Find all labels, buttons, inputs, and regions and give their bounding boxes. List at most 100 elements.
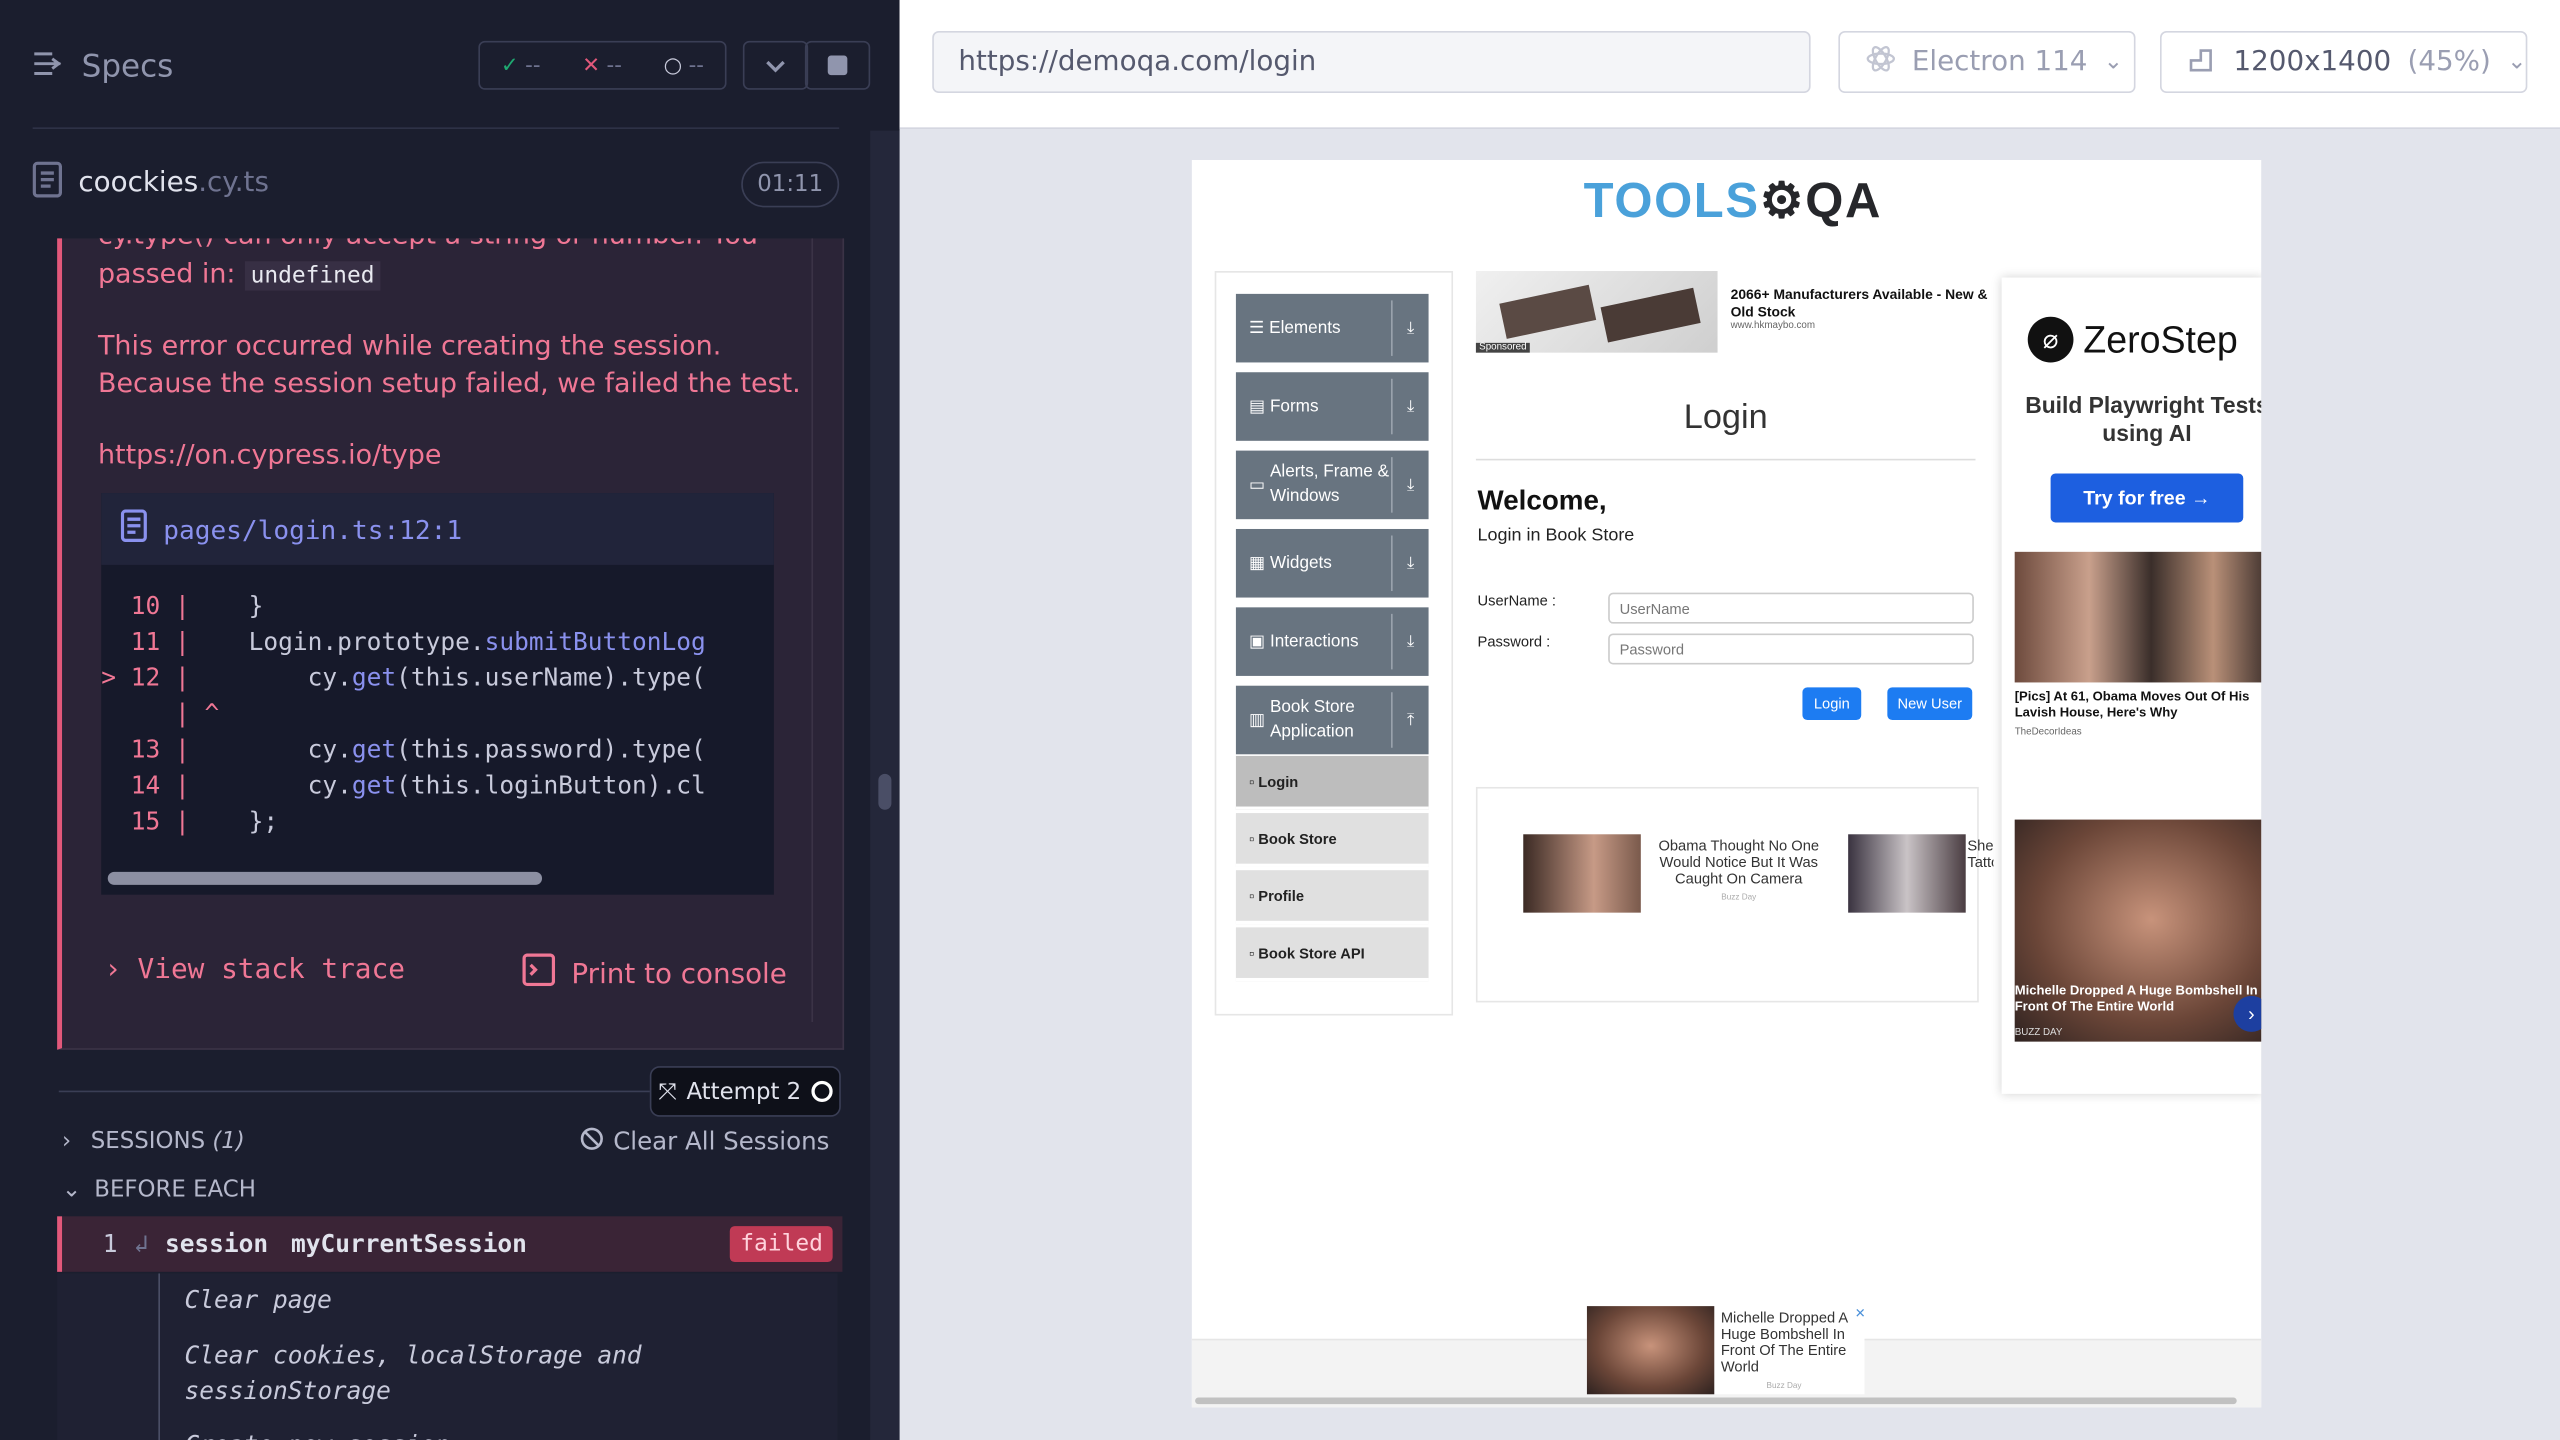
step-item: sessionStorage: [184, 1376, 391, 1406]
item-icon: ▫: [1248, 887, 1259, 904]
menu-group-alerts[interactable]: ▭ Alerts, Frame & Windows ⤓: [1235, 450, 1429, 520]
attempt-status-icon: [811, 1080, 833, 1103]
specs-toggle[interactable]: Specs: [33, 46, 174, 88]
item-icon: ▫: [1248, 944, 1259, 961]
password-label: Password :: [1477, 633, 1551, 650]
upload-icon: ⤒: [1391, 692, 1429, 748]
window-icon: ▭: [1248, 474, 1270, 494]
username-label: UserName :: [1477, 592, 1556, 609]
ad-thumbnail: [1523, 834, 1641, 913]
toolsqa-logo[interactable]: TOOLS⚙QA: [1584, 173, 1882, 230]
chevron-down-icon: ⌄: [2507, 48, 2527, 76]
undefined-chip: undefined: [244, 261, 381, 291]
file-icon: [120, 509, 147, 548]
menu-group-forms[interactable]: ▤ Forms ⤓: [1235, 372, 1429, 441]
zerostep-ad[interactable]: ⌀ ZeroStep Build Playwright Tests using A…: [2001, 277, 2262, 1094]
item-icon: ▫: [1248, 830, 1259, 847]
browser-select[interactable]: Electron 114 ⌄: [1838, 31, 2136, 94]
menu-group-elements[interactable]: ☰ Elements ⤓: [1235, 293, 1429, 363]
new-user-button[interactable]: New User: [1887, 687, 1973, 720]
electron-icon: [1866, 43, 1896, 81]
code-line: 11 | Login.prototype.submitButtonLog: [130, 626, 706, 657]
code-line: 14 | cy.get(this.loginButton).cl: [130, 770, 706, 800]
code-frame-file[interactable]: pages/login.ts:12:1: [101, 493, 774, 565]
nested-icon: ↲: [133, 1229, 149, 1259]
close-icon[interactable]: ✕: [1855, 1306, 1866, 1321]
step-item: Clear cookies, localStorage and: [184, 1340, 642, 1370]
view-stack-trace-button[interactable]: › View stack trace: [104, 953, 404, 986]
attempt-tag[interactable]: ⤧ Attempt 2: [649, 1066, 841, 1117]
docs-link[interactable]: https://on.cypress.io/type: [98, 436, 441, 474]
chevron-down-icon: ⌄: [2103, 48, 2123, 76]
code-line: 15 | };: [130, 806, 279, 836]
username-input[interactable]: UserName: [1608, 592, 1974, 624]
code-line: | ^: [101, 698, 220, 729]
ad-image: [1586, 1306, 1715, 1395]
clear-all-sessions-button[interactable]: Clear All Sessions: [579, 1126, 829, 1157]
divider: [32, 127, 840, 129]
spec-file[interactable]: coockies.cy.ts: [32, 160, 269, 206]
error-message-line: This error occurred while creating the s…: [97, 329, 722, 361]
form-icon: ▤: [1248, 396, 1270, 417]
error-message-line: cy.type() can only accept a string or nu…: [98, 238, 758, 253]
chevron-down-icon: ⌄: [62, 1177, 82, 1204]
session-steps: Clear page Clear cookies, localStorage a…: [57, 1273, 838, 1440]
spec-file-name: coockies: [78, 166, 199, 200]
resize-handle[interactable]: [878, 773, 892, 810]
submenu-profile[interactable]: ▫ Profile: [1235, 870, 1429, 925]
next-arrow-icon[interactable]: ›: [2233, 995, 2262, 1032]
ad-thumbnail: [1848, 834, 1966, 913]
menu-group-widgets[interactable]: ▦ Widgets ⤓: [1235, 528, 1429, 598]
terminal-icon: [522, 953, 556, 994]
divider: [1475, 458, 1976, 461]
horizontal-scrollbar[interactable]: [107, 871, 543, 885]
collapse-icon: ⤧: [658, 1078, 677, 1105]
passed-stat: ✓ --: [500, 53, 541, 78]
ban-icon: [579, 1126, 603, 1157]
list-icon: ☰: [1248, 318, 1270, 338]
viewport-select[interactable]: 1200x1400 (45%) ⌄: [2159, 31, 2528, 94]
floating-ad[interactable]: Michelle Dropped A Huge Bombshell In Fro…: [1586, 1306, 1866, 1395]
side-menu: ☰ Elements ⤓ ▤ Forms ⤓ ▭ Alerts, Frame & W…: [1214, 271, 1454, 1016]
welcome-subtitle: Login in Book Store: [1477, 525, 1635, 546]
menu-icon: [33, 49, 62, 85]
ad-banner-top[interactable]: Sponsored 2066+ Manufacturers Available …: [1475, 271, 2002, 353]
menu-group-interactions[interactable]: ▣ Interactions ⤓: [1235, 607, 1429, 676]
stop-icon: [827, 55, 848, 76]
password-input[interactable]: Password: [1608, 633, 1974, 665]
code-frame: pages/login.ts:12:1 10 | } 11 | Login.pr…: [101, 493, 774, 895]
error-panel: cy.type() can only accept a string or nu…: [57, 238, 845, 1050]
pending-stat: ○ --: [663, 53, 704, 78]
book-icon: ▥: [1248, 709, 1270, 729]
status-badge: failed: [730, 1226, 833, 1263]
app-preview: https://demoqa.com/login Electron 114 ⌄ …: [899, 0, 2560, 1440]
specs-title: Specs: [81, 48, 174, 85]
app-under-test: TOOLS⚙QA ☰ Elements ⤓ ▤ Forms ⤓ ▭ Alerts, …: [1191, 159, 2262, 1408]
before-each-header[interactable]: ⌄ BEFORE EACH: [62, 1177, 256, 1203]
ad-banner-bottom[interactable]: Obama Thought No One Would Notice But It…: [1475, 786, 1993, 1003]
ad-image: Sponsored: [1475, 271, 1718, 353]
step-item: Create new session: [184, 1427, 449, 1440]
session-command-row[interactable]: 1 ↲ session myCurrentSession failed: [57, 1216, 843, 1272]
login-button[interactable]: Login: [1802, 687, 1862, 720]
sessions-header[interactable]: › SESSIONS (1) Clear All Sessions: [62, 1125, 836, 1158]
welcome-heading: Welcome,: [1477, 484, 1607, 516]
submenu-login[interactable]: ▫ Login: [1235, 755, 1429, 810]
failed-stat: ✕ --: [582, 53, 622, 78]
try-for-free-button[interactable]: Try for free →: [2050, 473, 2244, 523]
chevron-right-icon: ›: [62, 1128, 72, 1155]
interaction-icon: ▣: [1248, 631, 1270, 652]
print-to-console-button[interactable]: Print to console: [522, 953, 787, 994]
expand-button[interactable]: [742, 40, 809, 90]
document-icon: [32, 161, 63, 204]
submenu-book-store-api[interactable]: ▫ Book Store API: [1235, 927, 1429, 982]
horizontal-scrollbar[interactable]: [1195, 1397, 2237, 1405]
stop-button[interactable]: [804, 40, 871, 90]
chevron-right-icon: ›: [104, 953, 122, 987]
code-line: 13 | cy.get(this.password).type(: [130, 734, 706, 765]
item-icon: ▫: [1248, 773, 1259, 790]
menu-group-book-store[interactable]: ▥ Book Store Application ⤒: [1235, 685, 1429, 755]
url-bar[interactable]: https://demoqa.com/login: [932, 31, 1811, 94]
zerostep-logo: ⌀ ZeroStep: [2027, 316, 2238, 363]
submenu-book-store[interactable]: ▫ Book Store: [1235, 813, 1429, 867]
